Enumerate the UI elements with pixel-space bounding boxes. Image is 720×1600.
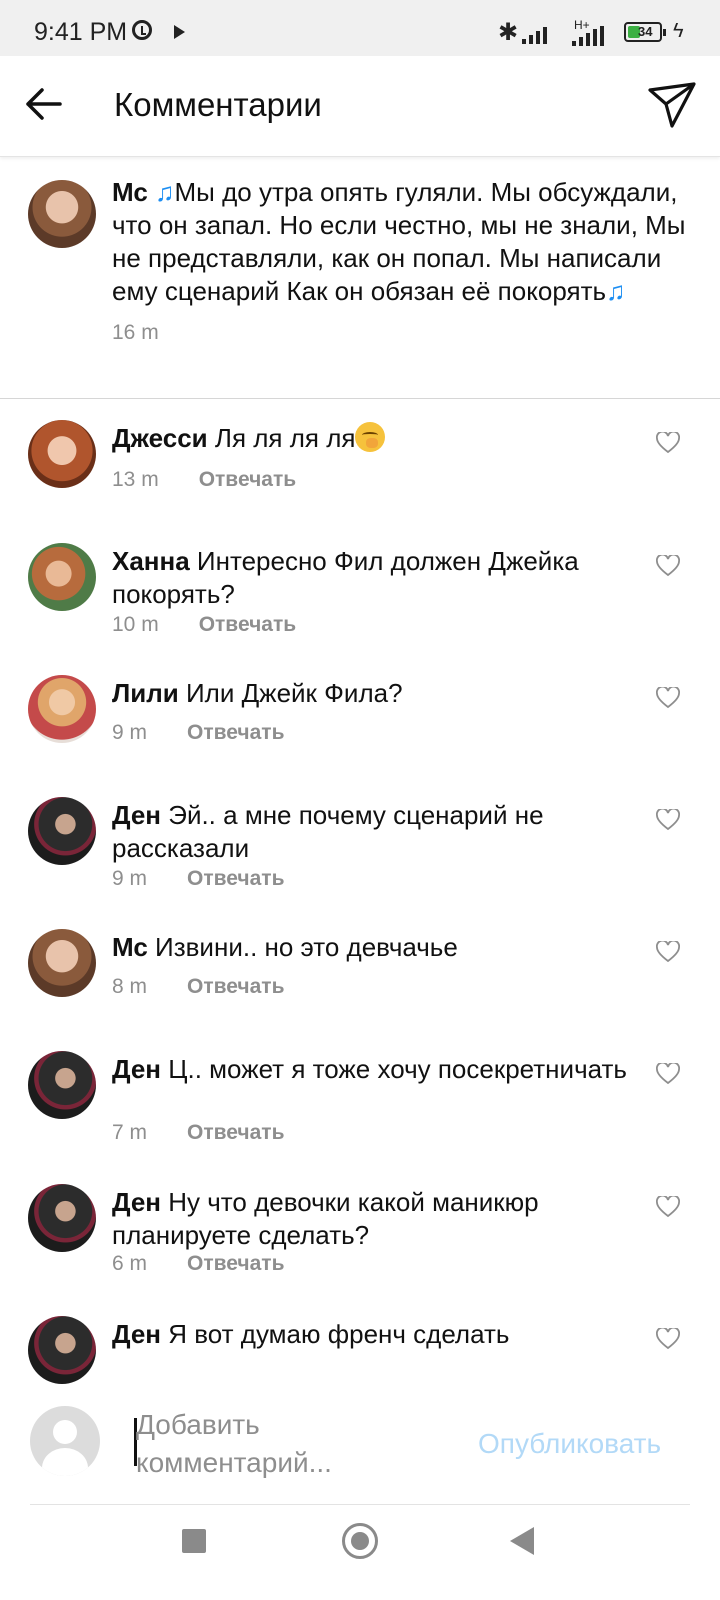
- avatar[interactable]: [28, 180, 96, 248]
- heart-icon[interactable]: [656, 1328, 680, 1350]
- post-caption: Мс ♫Мы до утра опять гуляли. Мы обсуждал…: [0, 156, 720, 399]
- heart-icon[interactable]: [656, 1063, 680, 1085]
- comment-body: Ну что девочки какой маникюр планируете …: [112, 1187, 539, 1250]
- battery-icon: 34: [624, 22, 666, 42]
- comment-author[interactable]: Ден: [112, 1054, 161, 1084]
- alarm-icon: [132, 20, 152, 40]
- comment-body: Ля ля ля ля: [214, 423, 356, 453]
- battery-level: 34: [638, 24, 653, 39]
- comment-time: 13 m: [112, 468, 159, 491]
- bluetooth-icon: ✱: [498, 19, 519, 46]
- comment-body: Я вот думаю френч сделать: [168, 1319, 510, 1349]
- reply-button[interactable]: Отвечать: [187, 1252, 284, 1276]
- comment-body: Ц.. может я тоже хочу посекретничать: [168, 1054, 627, 1084]
- comment-meta: 8 m Отвечать: [112, 975, 285, 999]
- system-nav-bar: [0, 1505, 720, 1600]
- page-title: Комментарии: [114, 86, 322, 123]
- charging-icon: ϟ: [673, 20, 684, 42]
- comment-meta: 9 m Отвечать: [112, 867, 285, 891]
- comment-text: Лили Или Джейк Фила?: [112, 677, 632, 710]
- comment-meta: 10 m Отвечать: [112, 613, 296, 637]
- heart-icon[interactable]: [656, 687, 680, 709]
- heart-icon[interactable]: [656, 1196, 680, 1218]
- comment-meta: 6 m Отвечать: [112, 1252, 285, 1276]
- comment-text: Ден Ну что девочки какой маникюр планиру…: [112, 1186, 632, 1252]
- comment-meta: 7 m Отвечать: [112, 1121, 285, 1145]
- comment-composer: Добавить комментарий... Опубликовать: [0, 1384, 720, 1505]
- avatar[interactable]: [28, 543, 96, 611]
- music-note-icon: ♫: [606, 276, 626, 306]
- caption-time: 16 m: [112, 321, 159, 344]
- music-note-icon: ♫: [155, 177, 175, 207]
- caption-body: Мы до утра опять гуляли. Мы обсуждали, ч…: [112, 177, 686, 306]
- comment-text: Мс Извини.. но это девчачье: [112, 931, 632, 964]
- comment-time: 7 m: [112, 1121, 148, 1144]
- caption-text: Мс ♫Мы до утра опять гуляли. Мы обсуждал…: [112, 176, 702, 349]
- comment-body: Эй.. а мне почему сценарий не рассказали: [112, 800, 544, 863]
- recents-icon[interactable]: [182, 1529, 206, 1553]
- home-icon[interactable]: [342, 1523, 378, 1559]
- comment-input[interactable]: Добавить комментарий...: [136, 1406, 456, 1482]
- comment-text: Ден Эй.. а мне почему сценарий не расска…: [112, 799, 632, 865]
- comment-time: 9 m: [112, 721, 148, 744]
- comment-body: Или Джейк Фила?: [185, 678, 403, 708]
- play-icon: [174, 25, 185, 39]
- reply-button[interactable]: Отвечать: [187, 721, 284, 745]
- avatar[interactable]: [28, 420, 96, 488]
- comment-item: Ден Я вот думаю френч сделать: [0, 1316, 720, 1384]
- comment-author[interactable]: Джесси: [112, 423, 208, 453]
- comment-author[interactable]: Ден: [112, 1319, 161, 1349]
- comment-text: Ханна Интересно Фил должен Джейка покоря…: [112, 545, 632, 611]
- comment-time: 6 m: [112, 1252, 148, 1275]
- heart-icon[interactable]: [656, 432, 680, 454]
- comment-author[interactable]: Мс: [112, 932, 148, 962]
- comment-time: 9 m: [112, 867, 148, 890]
- comment-text: Джесси Ля ля ля ля: [112, 422, 632, 455]
- heart-icon[interactable]: [656, 941, 680, 963]
- avatar[interactable]: [28, 1316, 96, 1384]
- comment-author[interactable]: Ден: [112, 800, 161, 830]
- comment-text: Ден Я вот думаю френч сделать: [112, 1318, 632, 1351]
- comment-time: 8 m: [112, 975, 148, 998]
- reply-button[interactable]: Отвечать: [187, 867, 284, 891]
- comment-author[interactable]: Лили: [112, 678, 179, 708]
- reply-button[interactable]: Отвечать: [187, 975, 284, 999]
- nav-back-icon[interactable]: [510, 1527, 534, 1555]
- direct-send-icon[interactable]: [646, 80, 698, 132]
- avatar[interactable]: [28, 675, 96, 743]
- heart-icon[interactable]: [656, 809, 680, 831]
- heart-icon[interactable]: [656, 555, 680, 577]
- comment-time: 10 m: [112, 613, 159, 636]
- avatar[interactable]: [28, 929, 96, 997]
- comment-body: Извини.. но это девчачье: [155, 932, 458, 962]
- comment-meta: 9 m Отвечать: [112, 721, 285, 745]
- status-time: 9:41 PM: [34, 18, 128, 46]
- avatar[interactable]: [28, 1184, 96, 1252]
- caption-author[interactable]: Мс: [112, 177, 148, 207]
- comment-author[interactable]: Ханна: [112, 546, 190, 576]
- comment-meta: 13 m Отвечать: [112, 468, 296, 492]
- top-app-bar: Комментарии: [0, 56, 720, 157]
- comment-author[interactable]: Ден: [112, 1187, 161, 1217]
- signal-icon-2: [572, 24, 604, 46]
- reply-button[interactable]: Отвечать: [199, 468, 296, 492]
- hand-over-mouth-emoji-icon: [355, 422, 386, 452]
- avatar[interactable]: [28, 797, 96, 865]
- signal-icon: [522, 22, 547, 44]
- status-bar: 9:41 PM ✱ H+ 34 ϟ: [0, 0, 720, 56]
- back-arrow-icon[interactable]: [22, 82, 66, 126]
- publish-button[interactable]: Опубликовать: [478, 1428, 661, 1460]
- reply-button[interactable]: Отвечать: [187, 1121, 284, 1145]
- user-avatar-icon: [30, 1406, 100, 1476]
- reply-button[interactable]: Отвечать: [199, 613, 296, 637]
- comment-text: Ден Ц.. может я тоже хочу посекретничать: [112, 1053, 632, 1086]
- avatar[interactable]: [28, 1051, 96, 1119]
